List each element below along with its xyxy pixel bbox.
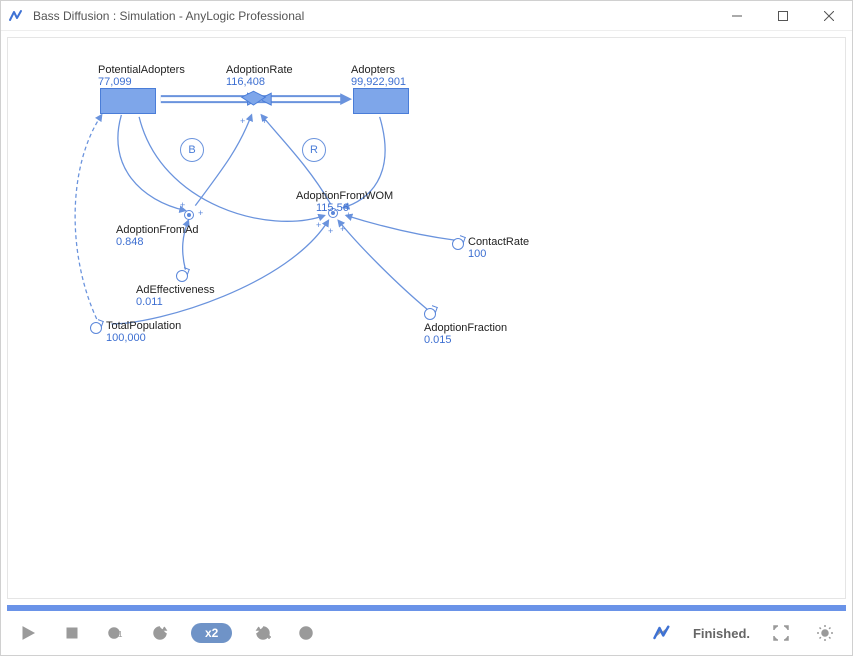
contact-rate-label: ContactRate 100 (468, 236, 529, 260)
param-ad-effectiveness[interactable] (176, 270, 188, 282)
title-bar: Bass Diffusion : Simulation - AnyLogic P… (1, 1, 852, 31)
stock-adopters[interactable] (353, 88, 409, 114)
loop-r: R (302, 138, 326, 162)
aux-adoption-from-ad[interactable] (184, 210, 194, 220)
param-adoption-fraction[interactable] (424, 308, 436, 320)
adoption-rate-label: AdoptionRate 116,408 (226, 64, 293, 88)
potential-adopters-label: PotentialAdopters 77,099 (98, 64, 185, 88)
speed-indicator[interactable]: x2 (191, 623, 232, 643)
slow-down-button[interactable] (147, 620, 173, 646)
param-contact-rate[interactable] (452, 238, 464, 250)
param-total-population[interactable] (90, 322, 102, 334)
speed-real-button[interactable]: 1 (103, 620, 129, 646)
adoption-from-wom-label: AdoptionFromWOM 115.56 (296, 190, 393, 214)
svg-text:1: 1 (118, 630, 123, 639)
adopters-label: Adopters 99,922,901 (351, 64, 406, 88)
adoption-fraction-label: AdoptionFraction 0.015 (424, 322, 507, 346)
model-canvas[interactable]: PotentialAdopters 77,099 Adopters 99,922… (7, 37, 846, 599)
stock-potential-adopters[interactable] (100, 88, 156, 114)
app-icon (1, 8, 31, 24)
play-button[interactable] (15, 620, 41, 646)
close-button[interactable] (806, 1, 852, 31)
settings-button[interactable] (812, 620, 838, 646)
window-title: Bass Diffusion : Simulation - AnyLogic P… (31, 9, 714, 23)
speed-up-button[interactable] (250, 620, 276, 646)
ad-effectiveness-label: AdEffectiveness 0.011 (136, 284, 215, 308)
minimize-button[interactable] (714, 1, 760, 31)
sim-toolbar: 1 x2 Finished. (1, 611, 852, 655)
simulation-status: Finished. (693, 626, 750, 641)
total-population-label: TotalPopulation 100,000 (106, 320, 181, 344)
loop-b: B (180, 138, 204, 162)
fullscreen-button[interactable] (768, 620, 794, 646)
anylogic-logo-icon[interactable] (649, 620, 675, 646)
adoption-from-ad-label: AdoptionFromAd 0.848 (116, 224, 199, 248)
maximize-button[interactable] (760, 1, 806, 31)
stop-button[interactable] (59, 620, 85, 646)
fast-forward-button[interactable] (294, 620, 320, 646)
